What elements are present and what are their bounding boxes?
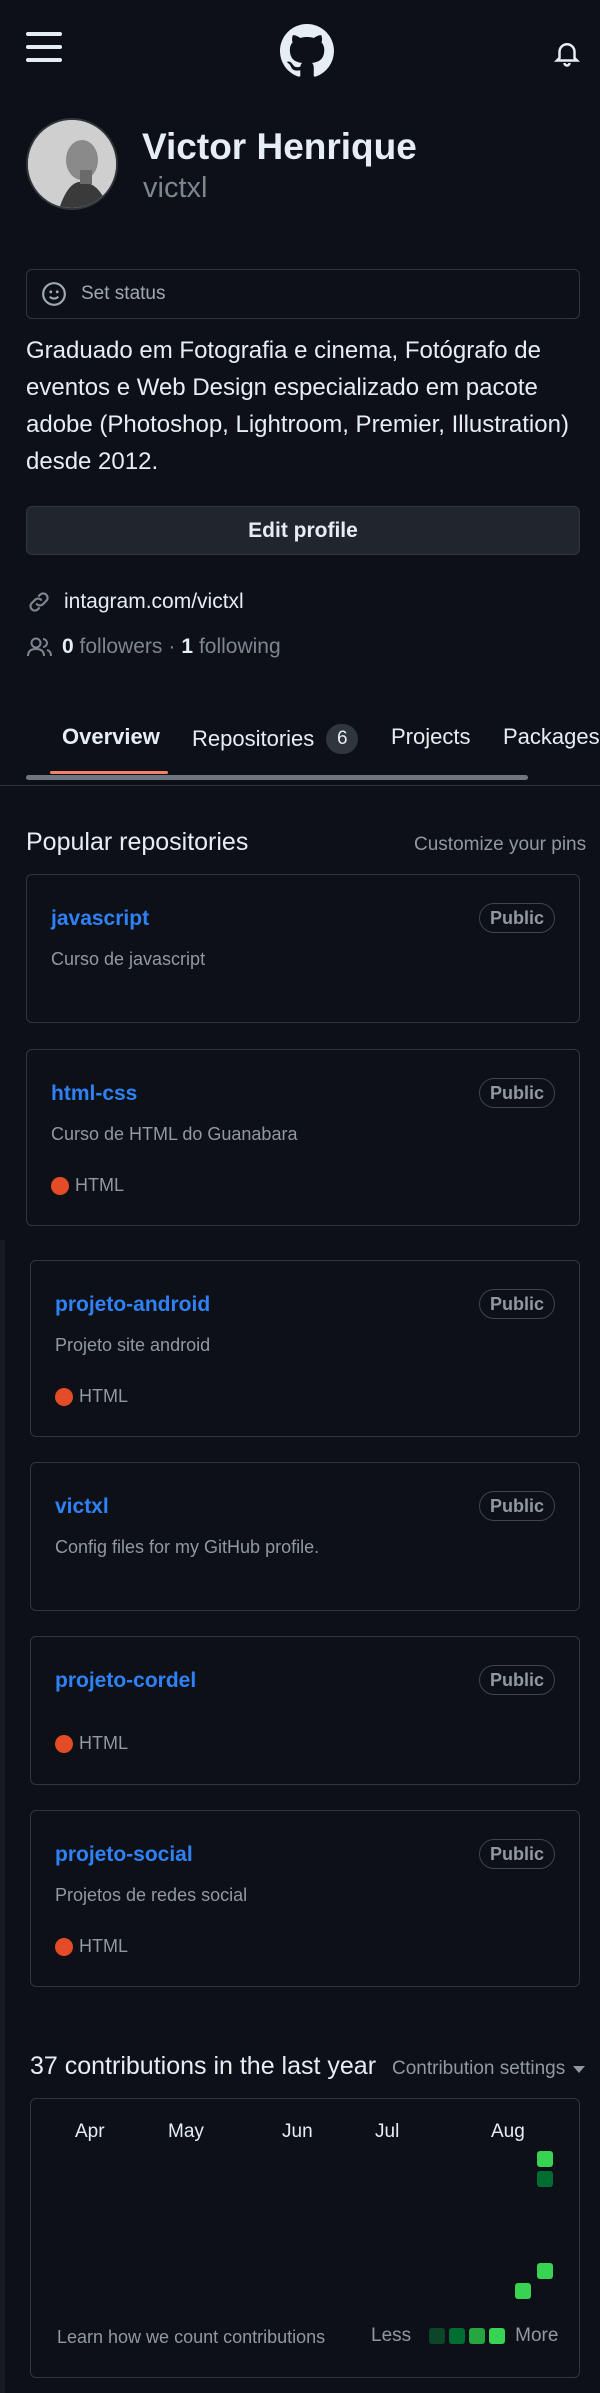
contribution-settings-dropdown[interactable]: Contribution settings: [392, 2058, 586, 2080]
hamburger-menu-icon[interactable]: [26, 32, 62, 62]
profile-username: victxl: [143, 172, 208, 204]
contribution-cell[interactable]: [515, 2283, 531, 2299]
visibility-badge: Public: [478, 1289, 555, 1319]
separator-dot: ·: [168, 635, 176, 658]
edit-profile-button[interactable]: Edit profile: [26, 506, 580, 555]
month-label: Jul: [375, 2121, 400, 2142]
website-url[interactable]: intagram.com/victxl: [64, 590, 244, 614]
contribution-legend: Less More: [371, 2325, 558, 2347]
month-label: Aug: [491, 2121, 525, 2142]
repositories-counter: 6: [326, 724, 359, 754]
repo-description: Curso de HTML do Guanabara: [51, 1124, 298, 1144]
tab-overview-label: Overview: [62, 724, 160, 749]
repo-card: projeto-cordel Public HTML: [30, 1636, 580, 1785]
learn-contributions-link[interactable]: Learn how we count contributions: [57, 2327, 325, 2348]
set-status-label: Set status: [81, 283, 166, 304]
month-label: Jun: [282, 2121, 313, 2142]
visibility-badge: Public: [478, 1078, 555, 1108]
repo-name-link[interactable]: projeto-social: [55, 1843, 193, 1867]
avatar[interactable]: [26, 118, 118, 210]
language-color-dot: [55, 1387, 73, 1406]
visibility-badge: Public: [478, 1665, 555, 1695]
repo-card: html-css Public Curso de HTML do Guanaba…: [26, 1049, 580, 1226]
popular-repositories-title: Popular repositories: [26, 828, 249, 856]
repo-language: HTML: [51, 1175, 124, 1196]
website-link[interactable]: intagram.com/victxl: [26, 589, 244, 615]
github-logo-icon[interactable]: [280, 24, 334, 78]
bell-icon[interactable]: [552, 38, 582, 68]
tab-repositories[interactable]: Repositories 6: [192, 724, 359, 754]
contribution-cell[interactable]: [537, 2151, 553, 2167]
legend-less: Less: [371, 2325, 412, 2346]
repo-language: HTML: [55, 1936, 128, 1957]
repo-description: Projeto site android: [55, 1335, 211, 1355]
followers-label[interactable]: followers: [80, 635, 163, 659]
side-rule: [0, 1240, 5, 2393]
contribution-graph: Apr May Jun Jul Aug Learn how we count c…: [30, 2098, 580, 2378]
legend-cell: [489, 2328, 506, 2344]
repo-language: HTML: [55, 1733, 128, 1754]
repo-name-link[interactable]: javascript: [51, 907, 149, 931]
profile-bio: Graduado em Fotografia e cinema, Fotógra…: [26, 337, 569, 475]
language-color-dot: [51, 1176, 69, 1195]
language-name: HTML: [75, 1175, 124, 1195]
follow-stats: 0 followers · 1 following: [26, 635, 281, 659]
repo-card: victxl Public Config files for my GitHub…: [30, 1462, 580, 1611]
visibility-badge: Public: [478, 1839, 555, 1869]
repo-description: Curso de javascript: [51, 949, 206, 969]
tab-overview[interactable]: Overview: [62, 724, 160, 750]
profile-tabs: Overview Repositories 6 Projects Package…: [0, 712, 600, 786]
contribution-cell[interactable]: [537, 2171, 553, 2187]
repo-description: Config files for my GitHub profile.: [55, 1537, 320, 1557]
repo-card: javascript Public Curso de javascript: [26, 874, 580, 1023]
contribution-settings-label: Contribution settings: [392, 2058, 566, 2079]
tab-repositories-label: Repositories: [192, 726, 315, 751]
followers-count[interactable]: 0: [62, 635, 74, 659]
following-count[interactable]: 1: [181, 635, 193, 659]
repo-card: projeto-social Public Projetos de redes …: [30, 1810, 580, 1987]
language-name: HTML: [79, 1936, 128, 1956]
active-tab-indicator: [50, 771, 168, 774]
tab-packages-label: Packages: [503, 724, 600, 749]
legend-cell: [469, 2328, 486, 2344]
tabs-divider: [0, 785, 600, 786]
language-name: HTML: [79, 1386, 128, 1406]
month-label: May: [168, 2121, 204, 2142]
tab-packages[interactable]: Packages: [503, 724, 600, 750]
repo-card: projeto-android Public Projeto site andr…: [30, 1260, 580, 1437]
repo-name-link[interactable]: html-css: [51, 1082, 137, 1106]
repo-language: HTML: [55, 1386, 128, 1407]
repo-description: Projetos de redes social: [55, 1885, 248, 1905]
month-label: Apr: [75, 2121, 105, 2142]
visibility-badge: Public: [478, 903, 555, 933]
repo-name-link[interactable]: projeto-cordel: [55, 1669, 196, 1693]
set-status-button[interactable]: Set status: [26, 269, 580, 319]
link-icon: [26, 589, 52, 615]
following-label[interactable]: following: [199, 635, 281, 659]
legend-cell: [449, 2328, 466, 2344]
language-color-dot: [55, 1734, 73, 1753]
contribution-cell[interactable]: [537, 2263, 553, 2279]
contributions-title: 37 contributions in the last year: [30, 2052, 377, 2080]
people-icon: [26, 635, 54, 659]
profile-full-name: Victor Henrique: [142, 126, 417, 167]
legend-more: More: [515, 2325, 559, 2346]
language-name: HTML: [79, 1733, 128, 1753]
customize-pins-link[interactable]: Customize your pins: [414, 834, 586, 856]
chevron-down-icon: [573, 2065, 586, 2073]
language-color-dot: [55, 1937, 73, 1956]
repo-name-link[interactable]: victxl: [55, 1495, 109, 1519]
visibility-badge: Public: [478, 1491, 555, 1521]
tab-projects[interactable]: Projects: [391, 724, 470, 750]
smiley-icon: [41, 281, 67, 307]
tabs-scrollbar[interactable]: [26, 775, 528, 780]
tab-projects-label: Projects: [391, 724, 471, 749]
legend-cell: [429, 2328, 446, 2344]
repo-name-link[interactable]: projeto-android: [55, 1293, 210, 1317]
